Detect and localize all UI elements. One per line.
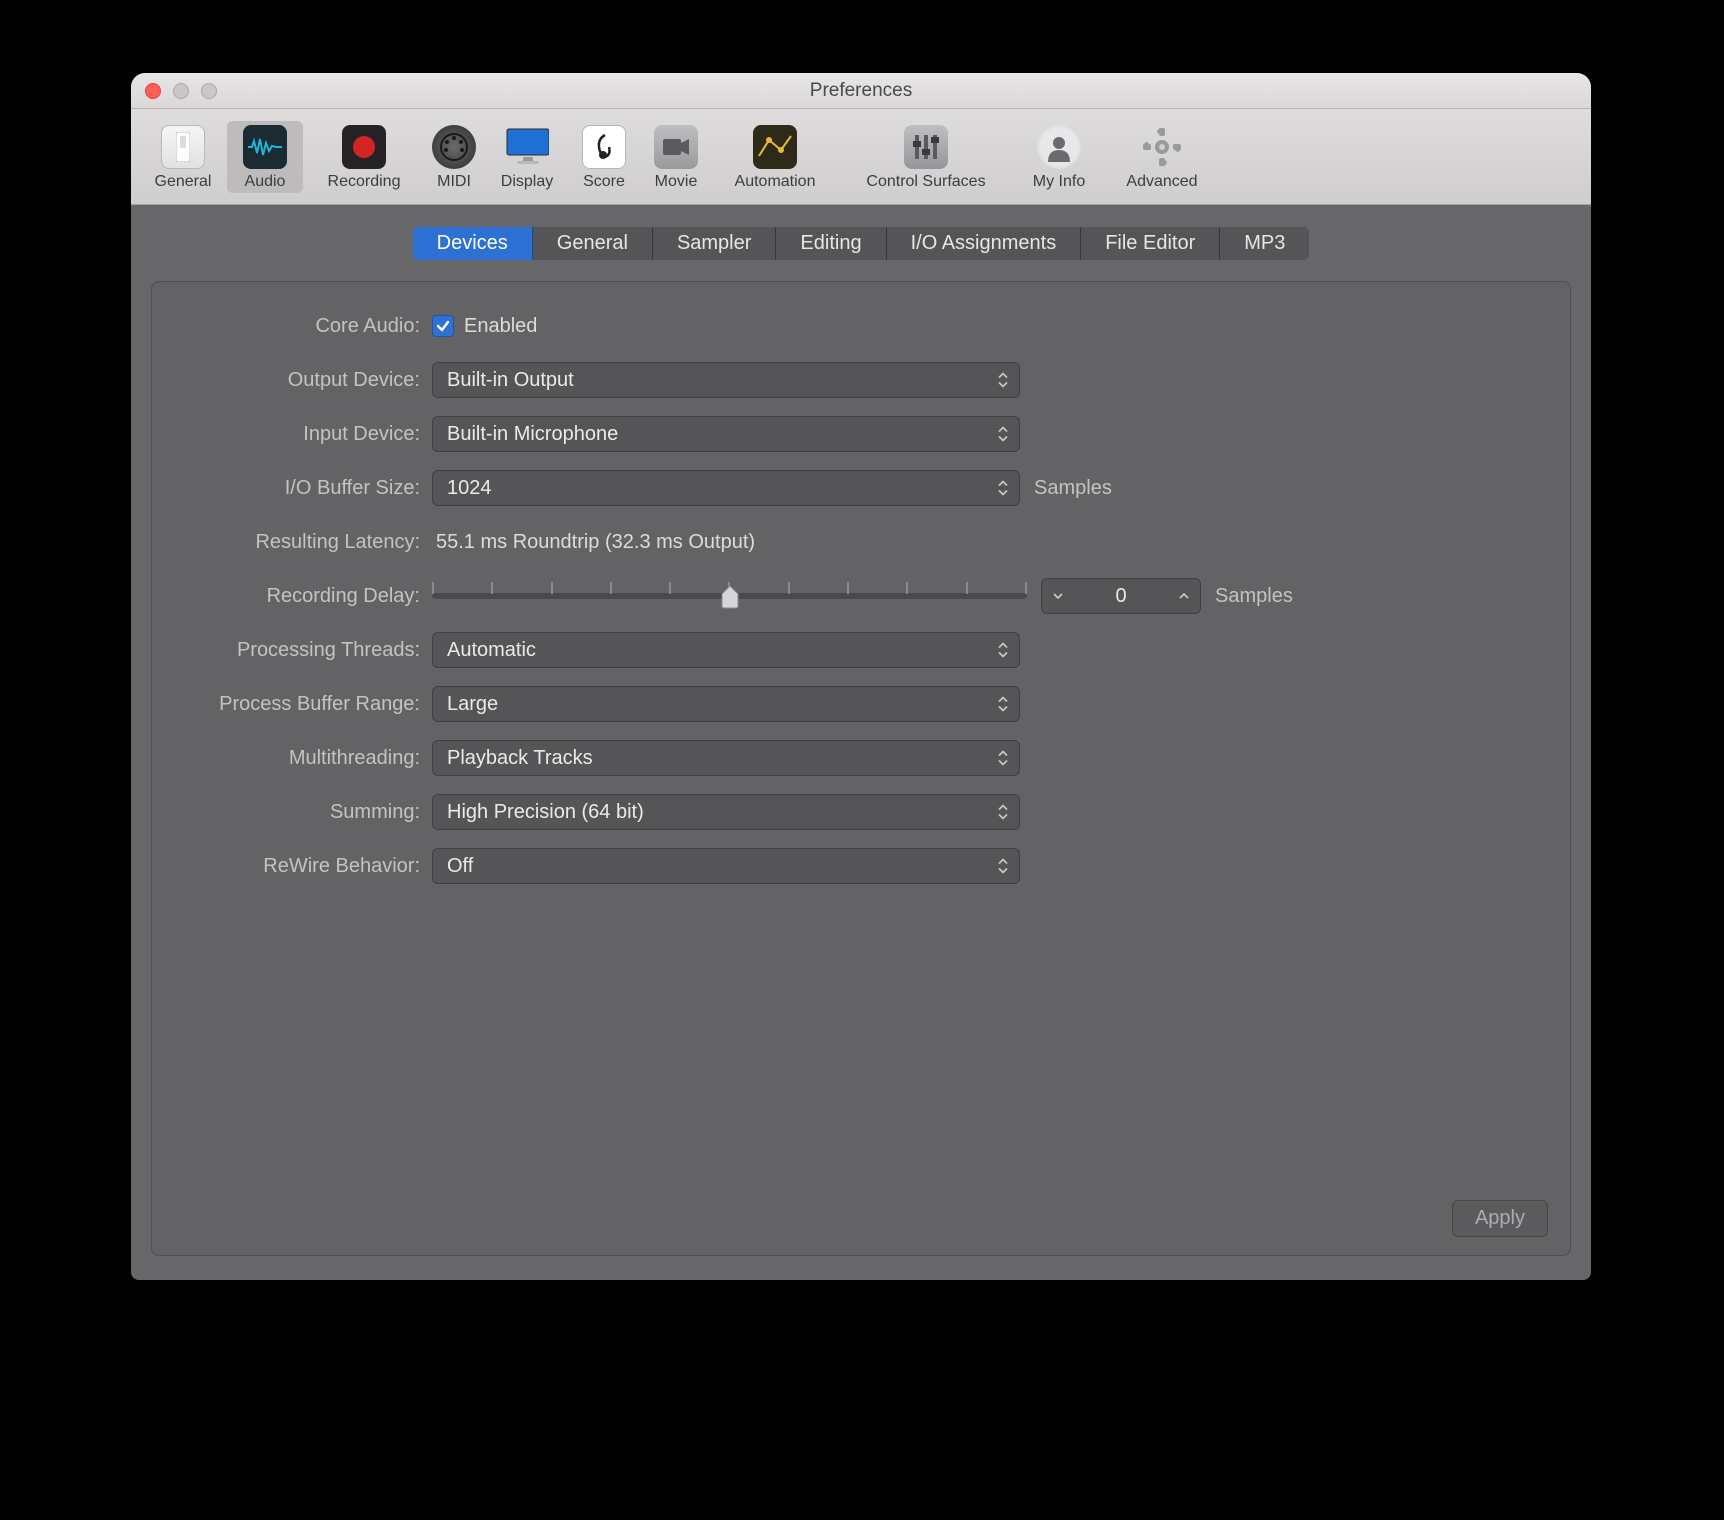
toolbar-automation[interactable]: Automation <box>715 121 835 193</box>
process-buffer-range-popup[interactable]: Large <box>432 686 1020 722</box>
toolbar-display[interactable]: Display <box>489 121 565 193</box>
advanced-icon <box>1140 125 1184 169</box>
toolbar-movie[interactable]: Movie <box>643 121 709 193</box>
window-title: Preferences <box>131 80 1591 102</box>
display-icon <box>505 125 549 169</box>
chevron-updown-icon <box>997 427 1009 442</box>
toolbar-label: Automation <box>735 173 816 191</box>
toolbar-label: Score <box>583 173 625 191</box>
automation-icon <box>753 125 797 169</box>
preferences-window: Preferences General Audio Recording <box>131 73 1591 1280</box>
io-buffer-value: 1024 <box>447 477 492 500</box>
recording-delay-stepper[interactable]: 0 <box>1041 578 1201 614</box>
toolbar-label: Audio <box>245 173 286 191</box>
subtab-editing[interactable]: Editing <box>776 227 886 260</box>
input-device-value: Built-in Microphone <box>447 423 618 446</box>
titlebar: Preferences <box>131 73 1591 109</box>
summing-popup[interactable]: High Precision (64 bit) <box>432 794 1020 830</box>
recording-delay-value: 0 <box>1064 585 1178 608</box>
chevron-updown-icon <box>997 373 1009 388</box>
chevron-updown-icon <box>997 859 1009 874</box>
core-audio-checkbox[interactable] <box>432 315 454 337</box>
toolbar-general[interactable]: General <box>145 121 221 193</box>
movie-icon <box>654 125 698 169</box>
chevron-updown-icon <box>997 805 1009 820</box>
output-device-popup[interactable]: Built-in Output <box>432 362 1020 398</box>
toolbar-control-surfaces[interactable]: Control Surfaces <box>841 121 1011 193</box>
summing-value: High Precision (64 bit) <box>447 801 644 824</box>
close-button[interactable] <box>145 83 161 99</box>
settings-group: Core Audio: Enabled Output Device: Built… <box>151 281 1571 1256</box>
label-multithreading: Multithreading: <box>176 747 432 770</box>
chevron-updown-icon <box>997 643 1009 658</box>
check-icon <box>436 319 450 333</box>
label-core-audio: Core Audio: <box>176 315 432 338</box>
subtabs: Devices General Sampler Editing I/O Assi… <box>131 227 1591 260</box>
midi-icon <box>432 125 476 169</box>
subtab-devices[interactable]: Devices <box>413 227 533 260</box>
subtab-file-editor[interactable]: File Editor <box>1081 227 1220 260</box>
rewire-popup[interactable]: Off <box>432 848 1020 884</box>
recording-delay-slider[interactable] <box>432 584 1027 608</box>
toolbar-recording[interactable]: Recording <box>309 121 419 193</box>
label-enabled: Enabled <box>464 315 537 338</box>
traffic-lights <box>131 83 217 99</box>
minimize-button[interactable] <box>173 83 189 99</box>
process-buffer-range-value: Large <box>447 693 498 716</box>
label-summing: Summing: <box>176 801 432 824</box>
toolbar-label: My Info <box>1033 173 1085 191</box>
multithreading-popup[interactable]: Playback Tracks <box>432 740 1020 776</box>
subtab-mp3[interactable]: MP3 <box>1220 227 1309 260</box>
toolbar-audio[interactable]: Audio <box>227 121 303 193</box>
toolbar-label: Advanced <box>1126 173 1197 191</box>
subtab-io-assignments[interactable]: I/O Assignments <box>887 227 1082 260</box>
subtab-sampler[interactable]: Sampler <box>653 227 776 260</box>
label-io-buffer: I/O Buffer Size: <box>176 477 432 500</box>
slider-thumb[interactable] <box>720 584 740 608</box>
label-samples: Samples <box>1034 477 1112 500</box>
label-resulting-latency: Resulting Latency: <box>176 531 432 554</box>
toolbar-midi[interactable]: MIDI <box>425 121 483 193</box>
chevron-up-icon[interactable] <box>1178 591 1190 601</box>
label-recording-delay: Recording Delay: <box>176 585 432 608</box>
audio-icon <box>243 125 287 169</box>
label-rewire: ReWire Behavior: <box>176 855 432 878</box>
toolbar-label: MIDI <box>437 173 471 191</box>
io-buffer-popup[interactable]: 1024 <box>432 470 1020 506</box>
input-device-popup[interactable]: Built-in Microphone <box>432 416 1020 452</box>
apply-button[interactable]: Apply <box>1452 1200 1548 1237</box>
chevron-down-icon[interactable] <box>1052 591 1064 601</box>
control-surfaces-icon <box>904 125 948 169</box>
subtab-general[interactable]: General <box>533 227 653 260</box>
zoom-button[interactable] <box>201 83 217 99</box>
multithreading-value: Playback Tracks <box>447 747 593 770</box>
label-processing-threads: Processing Threads: <box>176 639 432 662</box>
processing-threads-popup[interactable]: Automatic <box>432 632 1020 668</box>
label-process-buffer-range: Process Buffer Range: <box>176 693 432 716</box>
chevron-updown-icon <box>997 697 1009 712</box>
toolbar-label: Recording <box>328 173 401 191</box>
chevron-updown-icon <box>997 481 1009 496</box>
toolbar-label: Movie <box>655 173 698 191</box>
general-icon <box>161 125 205 169</box>
toolbar-label: Display <box>501 173 553 191</box>
my-info-icon <box>1037 125 1081 169</box>
toolbar-my-info[interactable]: My Info <box>1017 121 1101 193</box>
score-icon <box>582 125 626 169</box>
resulting-latency-value: 55.1 ms Roundtrip (32.3 ms Output) <box>436 531 755 554</box>
toolbar: General Audio Recording MIDI Display <box>131 109 1591 205</box>
output-device-value: Built-in Output <box>447 369 574 392</box>
toolbar-score[interactable]: Score <box>571 121 637 193</box>
toolbar-label: Control Surfaces <box>866 173 985 191</box>
rewire-value: Off <box>447 855 473 878</box>
toolbar-advanced[interactable]: Advanced <box>1107 121 1217 193</box>
toolbar-label: General <box>155 173 212 191</box>
label-samples: Samples <box>1215 585 1293 608</box>
label-input-device: Input Device: <box>176 423 432 446</box>
processing-threads-value: Automatic <box>447 639 536 662</box>
chevron-updown-icon <box>997 751 1009 766</box>
label-output-device: Output Device: <box>176 369 432 392</box>
recording-icon <box>342 125 386 169</box>
panel-body: Devices General Sampler Editing I/O Assi… <box>131 205 1591 1280</box>
